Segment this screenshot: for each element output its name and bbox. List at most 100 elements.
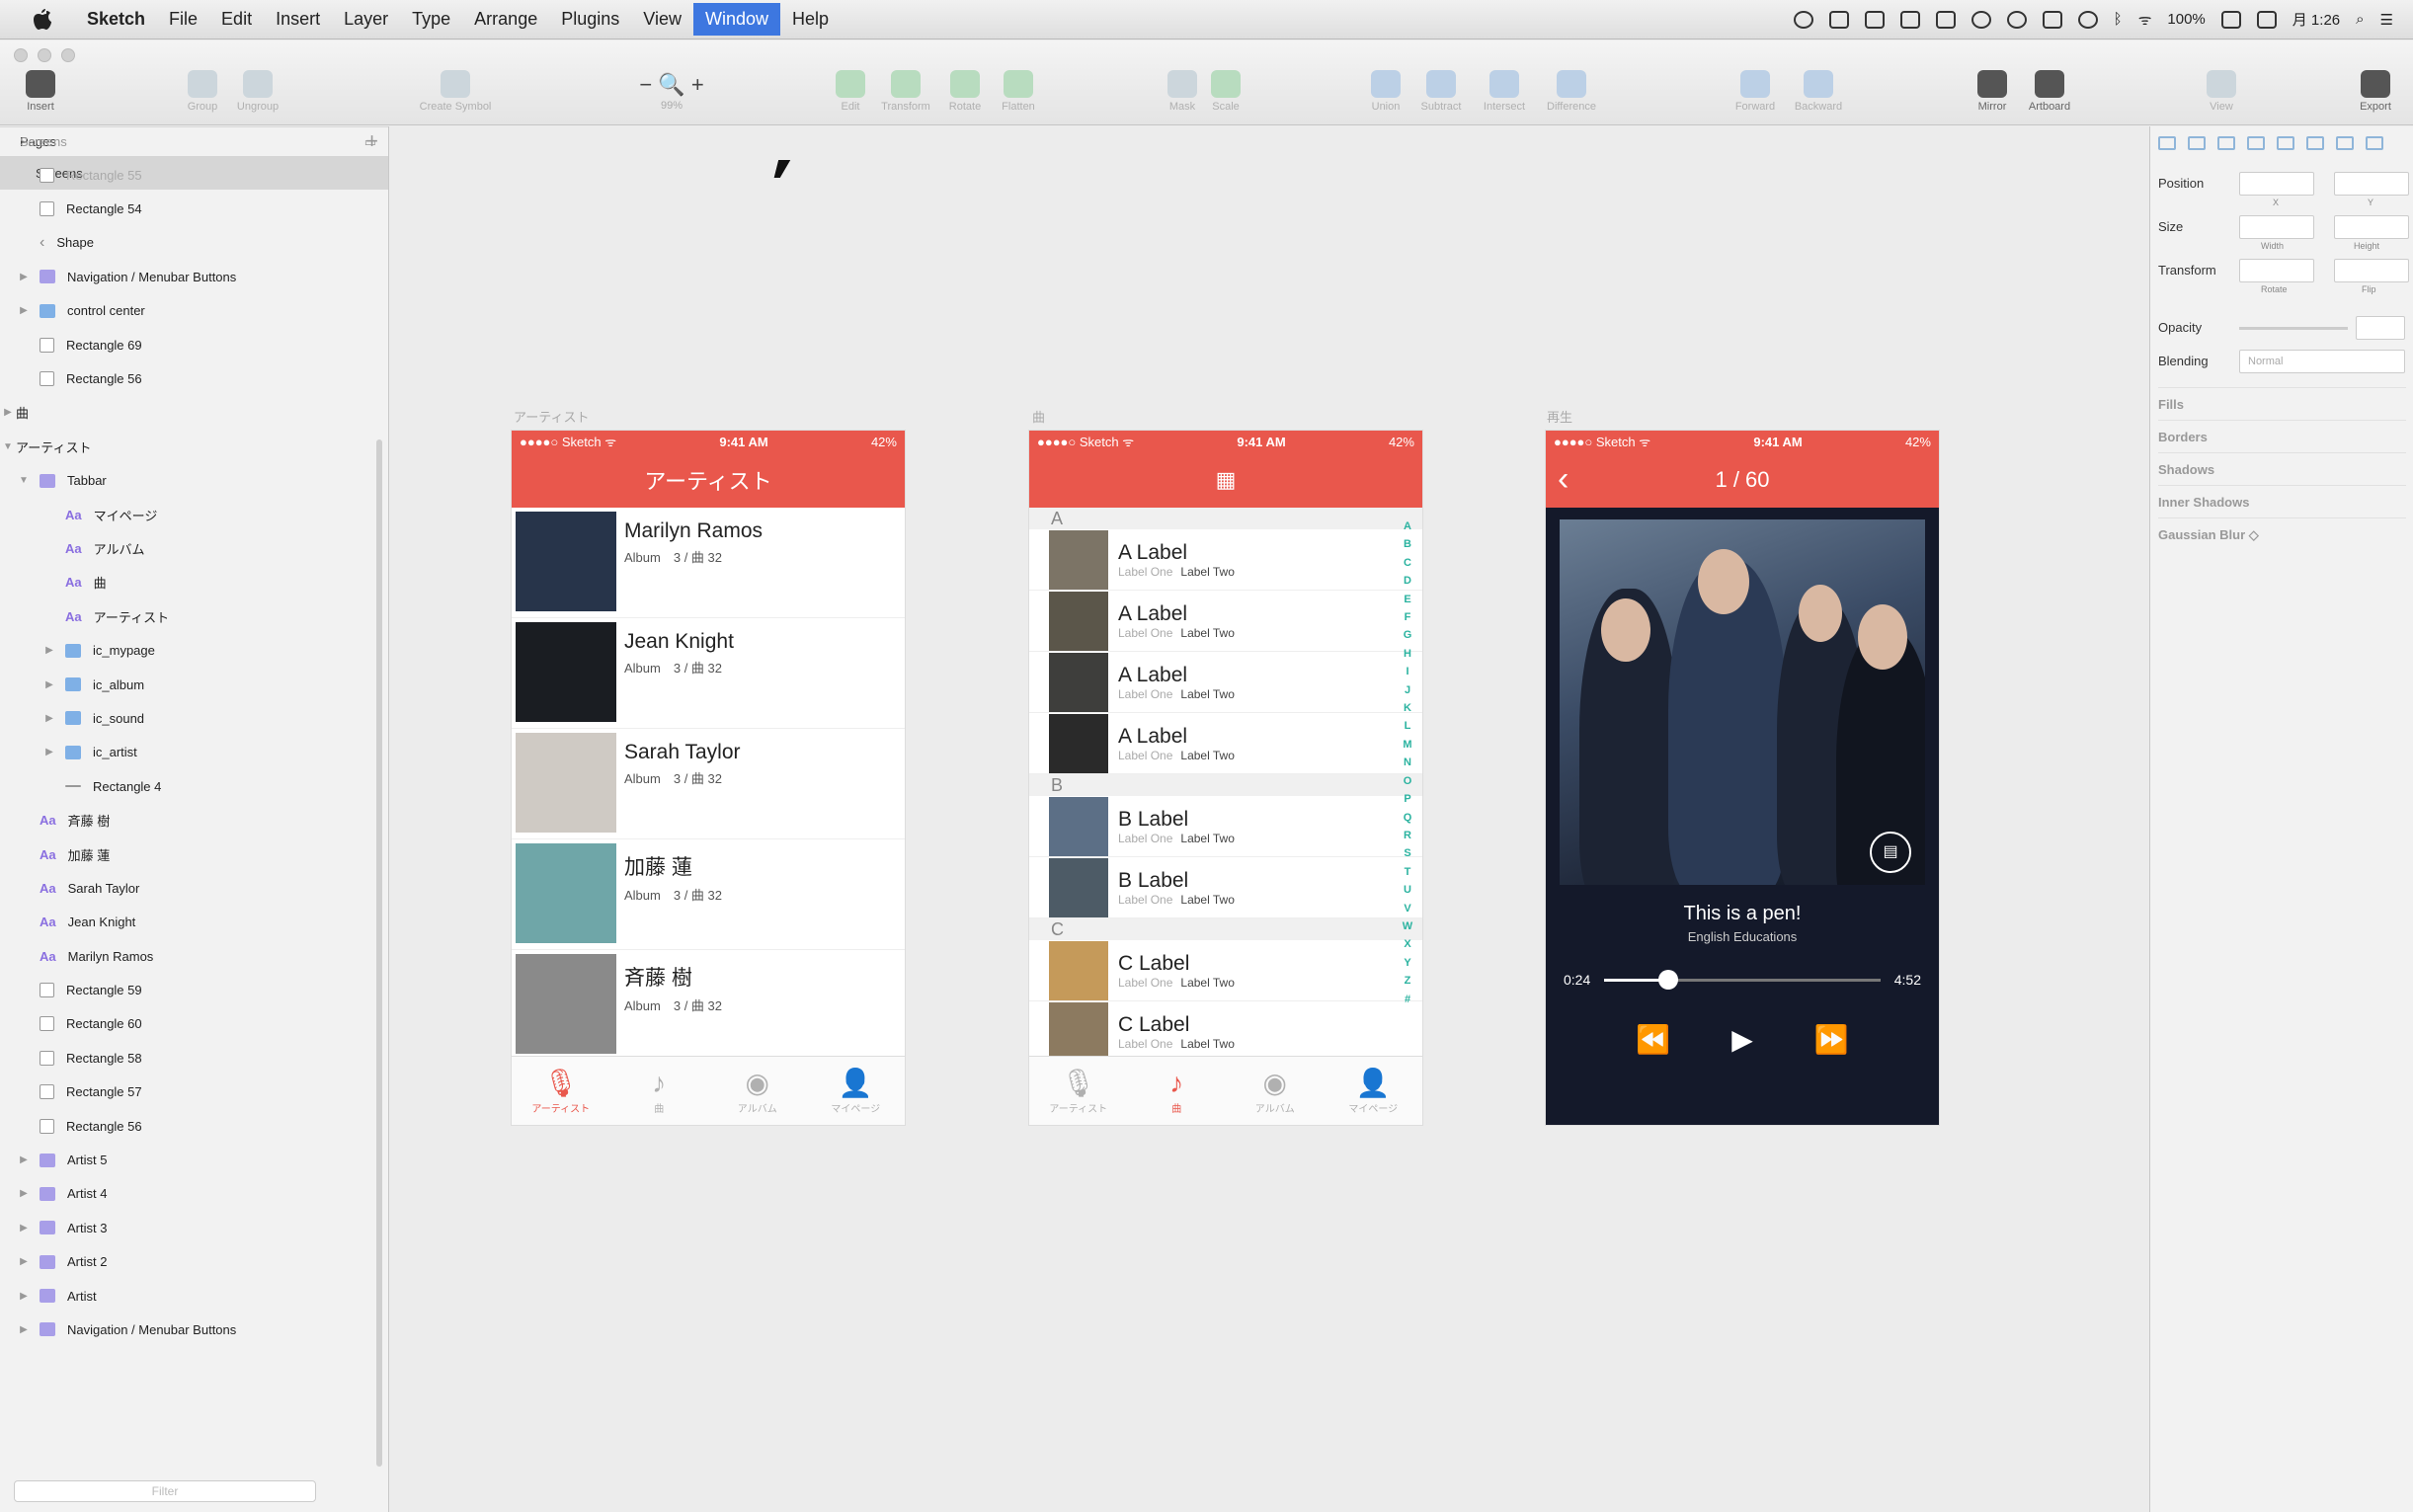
layer-row[interactable]: ▼ Tabbar [0, 464, 375, 498]
index-letter[interactable]: C [1401, 554, 1414, 572]
back-chevron-icon[interactable]: ‹ [1558, 460, 1568, 499]
layer-row[interactable]: Aa Marilyn Ramos [0, 939, 375, 973]
layer-filter-input[interactable]: Filter [14, 1480, 316, 1502]
progress-knob[interactable] [1657, 969, 1678, 990]
layer-row[interactable]: ▶ Navigation / Menubar Buttons [0, 1313, 375, 1346]
distribute-h-icon[interactable] [2336, 136, 2354, 150]
view-button[interactable]: View [2191, 70, 2252, 113]
disclosure-right-icon[interactable]: ▶ [18, 1154, 30, 1165]
layer-row[interactable]: Aa Jean Knight [0, 906, 375, 939]
zoom-out-icon[interactable]: − [639, 72, 652, 97]
layer-row[interactable]: ▶ 曲 [0, 396, 375, 430]
song-row[interactable]: B Label Label One Label Two [1029, 857, 1422, 918]
layer-row[interactable]: Rectangle 60 [0, 1007, 375, 1041]
layer-row[interactable]: Rectangle 58 [0, 1041, 375, 1074]
artist-row[interactable]: Jean Knight Album 3 / 曲 32 [512, 618, 905, 729]
layer-row[interactable]: ‹ Shape [0, 226, 375, 260]
rewind-icon[interactable]: ⏪ [1636, 1023, 1670, 1056]
song-row[interactable]: C Label Label One Label Two [1029, 1001, 1422, 1063]
layer-row[interactable]: Rectangle 4 [0, 769, 375, 803]
zoom-control[interactable]: − 🔍 +99% [632, 72, 711, 112]
zoom-in-icon[interactable]: + [691, 72, 704, 97]
group-button[interactable]: Group [172, 70, 233, 113]
inner-shadows-section[interactable]: Inner Shadows [2158, 485, 2406, 517]
song-row[interactable]: A Label Label One Label Two [1029, 652, 1422, 713]
layer-row[interactable]: ▶ ic_artist [0, 736, 375, 769]
display-icon[interactable] [1935, 10, 1956, 29]
index-letter[interactable]: S [1401, 844, 1414, 862]
index-letter[interactable]: W [1401, 917, 1414, 935]
eye-icon[interactable] [1971, 10, 1991, 29]
index-letter[interactable]: V [1401, 900, 1414, 917]
artboard-label-player[interactable]: 再生 [1547, 407, 1572, 426]
layer-row[interactable]: Rectangle 69 [0, 328, 375, 361]
song-row[interactable]: A Label Label One Label Two [1029, 713, 1422, 774]
flatten-button[interactable]: Flatten [988, 70, 1049, 113]
song-row[interactable]: A Label Label One Label Two [1029, 529, 1422, 591]
minimize-window-button[interactable] [38, 48, 51, 62]
drive-icon[interactable] [2042, 10, 2062, 29]
index-letter[interactable]: M [1401, 736, 1414, 754]
layer-row[interactable]: Aa Sarah Taylor [0, 871, 375, 905]
layer-row[interactable]: Rectangle 54 [0, 192, 375, 225]
scale-button[interactable]: Scale [1195, 70, 1256, 113]
width-field[interactable] [2239, 215, 2314, 239]
layer-row[interactable]: ▶ Artist 2 [0, 1245, 375, 1279]
disclosure-right-icon[interactable]: ▶ [18, 1256, 30, 1267]
disclosure-right-icon[interactable]: ▶ [18, 1188, 30, 1199]
artist-row[interactable]: 加藤 蓮 Album 3 / 曲 32 [512, 839, 905, 950]
calendar-icon[interactable] [1899, 10, 1920, 29]
align-bottom-icon[interactable] [2306, 136, 2324, 150]
disclosure-right-icon[interactable]: ▶ [43, 645, 55, 656]
index-letter[interactable]: T [1401, 863, 1414, 881]
tab-album[interactable]: ◉ アルバム [708, 1057, 807, 1125]
difference-button[interactable]: Difference [1541, 70, 1602, 113]
battery-icon[interactable] [2220, 10, 2241, 29]
song-row[interactable]: B Label Label One Label Two [1029, 796, 1422, 857]
align-left-icon[interactable] [2158, 136, 2176, 150]
layer-row[interactable]: ▶ ic_album [0, 668, 375, 701]
artist-row[interactable]: Sarah Taylor Album 3 / 曲 32 [512, 729, 905, 839]
index-letter[interactable]: J [1401, 681, 1414, 699]
index-letter[interactable]: Z [1401, 972, 1414, 990]
fills-section[interactable]: Fills [2158, 387, 2406, 420]
layer-row[interactable]: Aa アーティスト [0, 599, 375, 633]
layer-row[interactable]: ▶ Artist 5 [0, 1143, 375, 1176]
borders-section[interactable]: Borders [2158, 420, 2406, 452]
x-field[interactable] [2239, 172, 2314, 196]
layer-row[interactable]: Aa アルバム [0, 531, 375, 565]
artboard-player[interactable]: ●●●●○ Sketch ᯤ 9:41 AM 42% ‹ 1 / 60 ▤ This … [1546, 431, 1939, 1125]
layer-row[interactable]: Rectangle 57 [0, 1075, 375, 1109]
tab-mypage[interactable]: 👤 マイページ [807, 1057, 906, 1125]
disclosure-right-icon[interactable]: ▶ [2, 407, 14, 418]
transform-button[interactable]: Transform [875, 70, 936, 113]
intersect-button[interactable]: Intersect [1474, 70, 1535, 113]
index-letter[interactable]: U [1401, 881, 1414, 899]
backward-button[interactable]: Backward [1788, 70, 1849, 113]
index-letter[interactable]: P [1401, 790, 1414, 808]
dropbox-icon[interactable] [1828, 10, 1849, 29]
play-icon[interactable]: ▶ [1731, 1023, 1753, 1056]
menu-plugins[interactable]: Plugins [549, 3, 631, 36]
index-letter[interactable]: F [1401, 608, 1414, 626]
close-window-button[interactable] [14, 48, 28, 62]
index-letter[interactable]: X [1401, 935, 1414, 953]
index-letter[interactable]: # [1401, 991, 1414, 1008]
edit-button[interactable]: Edit [820, 70, 881, 113]
apple-icon[interactable] [30, 7, 55, 33]
battery-status[interactable]: 100% [2167, 11, 2205, 28]
menu-arrange[interactable]: Arrange [462, 3, 549, 36]
menubar-clock[interactable]: 月 1:26 [2292, 9, 2340, 30]
disclosure-right-icon[interactable]: ▶ [43, 713, 55, 724]
align-right-icon[interactable] [2217, 136, 2235, 150]
tab-song[interactable]: ♪ 曲 [610, 1057, 709, 1125]
layer-row[interactable]: Rectangle 55 [0, 158, 375, 192]
index-letter[interactable]: K [1401, 699, 1414, 717]
input-source-icon[interactable] [2256, 10, 2277, 29]
menu-app[interactable]: Sketch [75, 3, 157, 36]
artist-row[interactable]: Marilyn Ramos Album 3 / 曲 32 [512, 508, 905, 618]
layer-row[interactable]: ▶ Artist 3 [0, 1211, 375, 1244]
collapse-icon[interactable]: ▭ [364, 134, 376, 150]
zoom-window-button[interactable] [61, 48, 75, 62]
menu-edit[interactable]: Edit [209, 3, 264, 36]
